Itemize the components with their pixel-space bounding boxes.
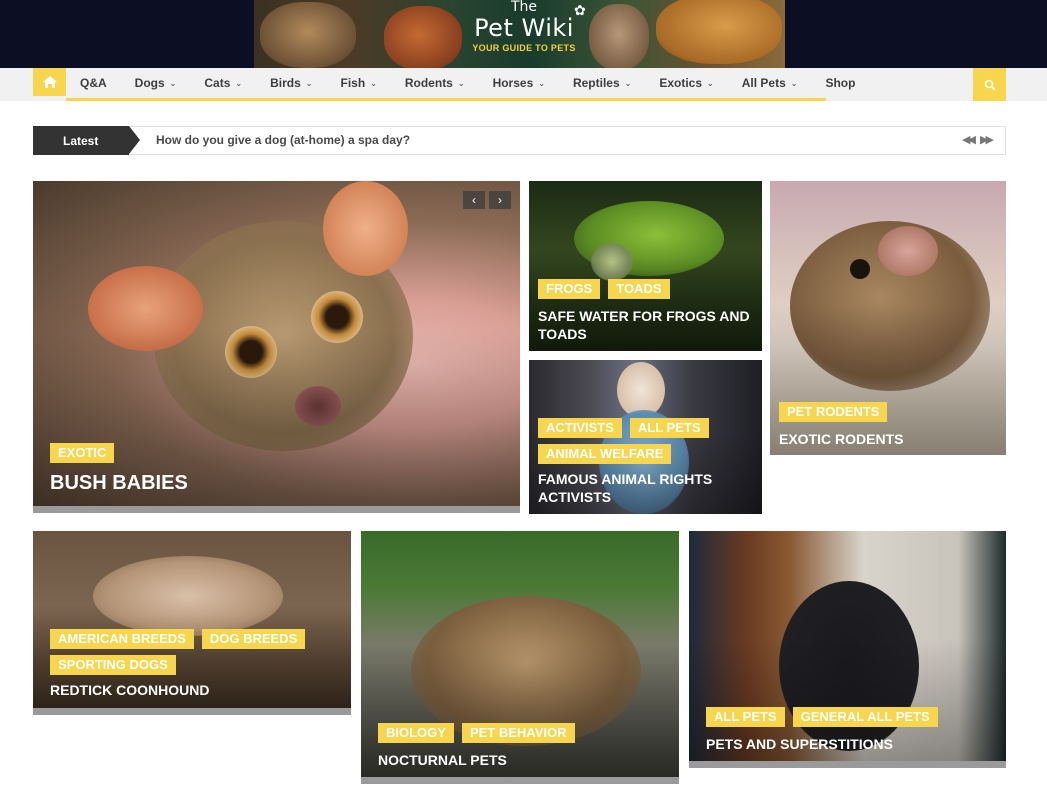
card-title[interactable]: NOCTURNAL PETS: [378, 751, 668, 769]
featured-card-bush-babies[interactable]: ‹ › EXOTIC BUSH BABIES: [33, 181, 520, 513]
chevron-down-icon: ⌄: [538, 78, 545, 88]
latest-ticker: Latest How do you give a dog (at-home) a…: [33, 126, 1006, 155]
card-tags: PET RODENTS: [779, 402, 888, 422]
nav-item-label: Reptiles: [572, 76, 620, 90]
tag-all-pets[interactable]: ALL PETS: [706, 707, 785, 727]
chevron-down-icon: ⌄: [457, 78, 465, 88]
nav-item-label: Birds: [270, 76, 301, 90]
site-header: The Pet Wiki YOUR GUIDE TO PETS ✿: [0, 0, 1047, 68]
nav-item-q-a[interactable]: Q&A: [66, 76, 121, 90]
nav-item-label: Q&A: [80, 76, 107, 90]
banner-cat-image: [260, 2, 356, 68]
ticker-prev-icon[interactable]: ◀◀: [962, 133, 976, 146]
card-bottom-bar: [33, 708, 351, 715]
featured-card-activists[interactable]: ACTIVISTS ALL PETS ANIMAL WELFARE FAMOUS…: [529, 360, 762, 514]
nav-item-horses[interactable]: Horses ⌄: [479, 76, 559, 90]
home-icon: [42, 76, 57, 88]
ticker-next-icon[interactable]: ▶▶: [980, 133, 994, 146]
chevron-down-icon: ⌄: [305, 78, 313, 88]
card-title[interactable]: REDTICK COONHOUND: [50, 681, 340, 699]
chevron-down-icon: ⌄: [169, 78, 177, 88]
card-bottom-bar: [689, 761, 1006, 768]
slider-prev-button[interactable]: ‹: [463, 191, 485, 209]
nav-item-birds[interactable]: Birds ⌄: [256, 76, 326, 90]
featured-card-frogs[interactable]: FROGS TOADS SAFE WATER FOR FROGS AND TOA…: [529, 181, 762, 351]
search-button[interactable]: [973, 68, 1006, 101]
card-title[interactable]: FAMOUS ANIMAL RIGHTS ACTIVISTS: [538, 470, 758, 506]
tag-frogs[interactable]: FROGS: [538, 279, 601, 299]
ticker-label-arrow: [129, 126, 140, 154]
tag-general-all-pets[interactable]: GENERAL ALL PETS: [792, 707, 938, 727]
nav-item-fish[interactable]: Fish ⌄: [326, 76, 390, 90]
tag-activists[interactable]: ACTIVISTS: [538, 418, 622, 438]
rodent-ear: [878, 226, 938, 276]
nav-item-label: Rodents: [404, 76, 453, 90]
logo-the: The: [510, 0, 538, 15]
nav-item-label: Horses: [492, 76, 534, 90]
card-title[interactable]: BUSH BABIES: [50, 471, 188, 495]
nav-item-label: Dogs: [134, 76, 165, 90]
card-tags: AMERICAN BREEDS DOG BREEDS SPORTING DOGS: [50, 629, 340, 675]
chevron-down-icon: ⌄: [790, 78, 798, 88]
banner-rabbit-image: [589, 4, 649, 68]
nav-menu: Q&A Dogs ⌄ Cats ⌄ Birds ⌄ Fish ⌄ Rodents ⌄ Horses ⌄ R…: [66, 68, 869, 98]
nav-item-label: Fish: [340, 76, 366, 90]
tag-exotic[interactable]: EXOTIC: [50, 443, 115, 463]
card-tags: FROGS TOADS: [538, 279, 670, 299]
nav-item-exotics[interactable]: Exotics ⌄: [645, 76, 727, 90]
logo-name: Pet Wiki: [474, 14, 574, 42]
nav-item-all-pets[interactable]: All Pets ⌄: [728, 76, 812, 90]
chevron-down-icon: ⌄: [707, 78, 714, 88]
card-tags: ALL PETS GENERAL ALL PETS: [706, 707, 938, 727]
site-banner[interactable]: The Pet Wiki YOUR GUIDE TO PETS ✿: [254, 0, 785, 68]
chevron-down-icon: ⌄: [624, 78, 632, 88]
card-bottom-bar: [361, 777, 679, 784]
nav-item-label: Shop: [825, 76, 856, 90]
card-nocturnal-pets[interactable]: BIOLOGY PET BEHAVIOR NOCTURNAL PETS: [361, 531, 679, 784]
nav-item-rodents[interactable]: Rodents ⌄: [391, 76, 479, 90]
card-title[interactable]: PETS AND SUPERSTITIONS: [706, 735, 996, 753]
nav-item-cats[interactable]: Cats ⌄: [190, 76, 256, 90]
card-redtick-coonhound[interactable]: AMERICAN BREEDS DOG BREEDS SPORTING DOGS…: [33, 531, 351, 715]
tag-american-breeds[interactable]: AMERICAN BREEDS: [50, 629, 194, 649]
card-bottom-bar: [33, 506, 520, 513]
ticker-headline-link[interactable]: How do you give a dog (at-home) a spa da…: [156, 127, 410, 154]
tag-animal-welfare[interactable]: ANIMAL WELFARE: [538, 444, 672, 464]
ticker-label: Latest: [33, 126, 129, 155]
nav-accent-line: [66, 98, 826, 101]
tag-sporting-dogs[interactable]: SPORTING DOGS: [50, 655, 176, 675]
paw-icon: ✿: [574, 2, 586, 18]
home-button[interactable]: [33, 68, 66, 96]
nav-item-label: All Pets: [741, 76, 786, 90]
card-tags: ACTIVISTS ALL PETS ANIMAL WELFARE: [538, 418, 753, 464]
tag-all-pets[interactable]: ALL PETS: [629, 418, 709, 438]
banner-dog-image: [384, 6, 462, 68]
card-title[interactable]: SAFE WATER FOR FROGS AND TOADS: [538, 307, 758, 343]
bush-baby-ear-right: [323, 181, 408, 276]
nav-item-label: Exotics: [659, 76, 703, 90]
tag-biology[interactable]: BIOLOGY: [378, 723, 454, 743]
tag-pet-behavior[interactable]: PET BEHAVIOR: [461, 723, 575, 743]
logo-tagline: YOUR GUIDE TO PETS: [472, 43, 576, 53]
main-nav: Q&A Dogs ⌄ Cats ⌄ Birds ⌄ Fish ⌄ Rodents ⌄ Horses ⌄ R…: [0, 68, 1047, 101]
search-icon: [984, 79, 996, 91]
rodent-eye: [850, 259, 870, 279]
nav-item-shop[interactable]: Shop: [811, 76, 869, 90]
card-title[interactable]: EXOTIC RODENTS: [779, 430, 999, 448]
card-tags: BIOLOGY PET BEHAVIOR: [378, 723, 575, 743]
nav-item-dogs[interactable]: Dogs ⌄: [121, 76, 191, 90]
site-logo[interactable]: The Pet Wiki YOUR GUIDE TO PETS: [464, 0, 584, 54]
tag-toads[interactable]: TOADS: [608, 279, 670, 299]
featured-card-exotic-rodents[interactable]: PET RODENTS EXOTIC RODENTS: [770, 181, 1006, 455]
tag-pet-rodents[interactable]: PET RODENTS: [779, 402, 888, 422]
chevron-down-icon: ⌄: [370, 78, 377, 88]
card-tags: EXOTIC: [50, 443, 115, 463]
nav-item-reptiles[interactable]: Reptiles ⌄: [559, 76, 645, 90]
chevron-down-icon: ⌄: [235, 78, 243, 88]
banner-lizard-image: [656, 0, 782, 64]
slider-next-button[interactable]: ›: [489, 191, 511, 209]
card-pets-and-superstitions[interactable]: ALL PETS GENERAL ALL PETS PETS AND SUPER…: [689, 531, 1006, 768]
tag-dog-breeds[interactable]: DOG BREEDS: [201, 629, 306, 649]
nav-item-label: Cats: [204, 76, 231, 90]
